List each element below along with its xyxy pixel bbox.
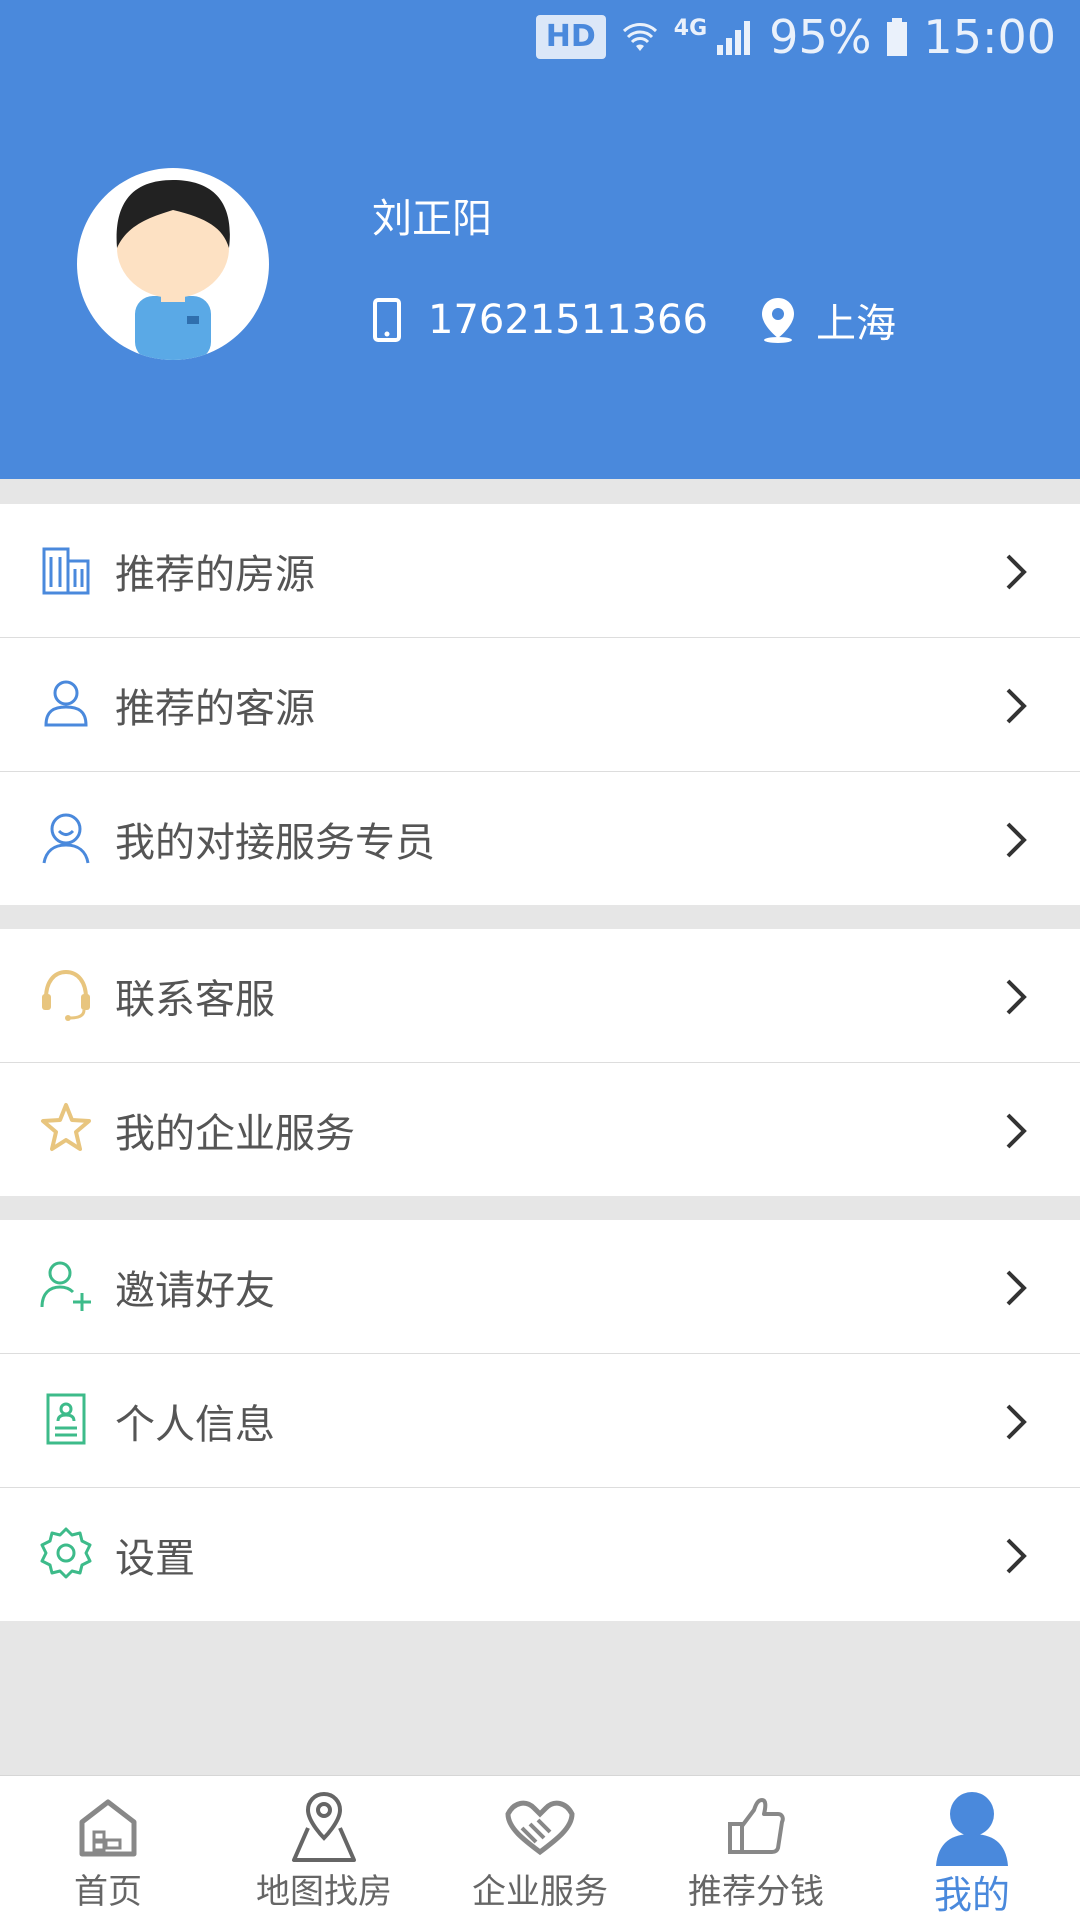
user-icon xyxy=(936,1792,1008,1866)
menu-item-label: 推荐的房源 xyxy=(115,551,315,598)
home-icon xyxy=(79,1799,137,1857)
menu-item-contact-support[interactable]: 联系客服 xyxy=(0,929,1080,1062)
thumbs-up-icon xyxy=(728,1798,785,1854)
tab-label: 推荐分钱 xyxy=(688,1872,824,1912)
phone-icon xyxy=(373,298,401,342)
menu-item-label: 联系客服 xyxy=(115,976,275,1023)
hd-badge: HD xyxy=(535,15,606,59)
chevron-right-icon xyxy=(1006,688,1027,724)
tab-label: 首页 xyxy=(74,1872,142,1912)
network-type: 4G xyxy=(673,16,708,41)
tab-label: 企业服务 xyxy=(472,1872,608,1912)
battery-percent: 95% xyxy=(769,10,872,64)
add-user-icon xyxy=(40,1261,91,1311)
tab-map-search[interactable]: 地图找房 xyxy=(216,1776,432,1921)
menu-item-personal-info[interactable]: 个人信息 xyxy=(0,1353,1080,1487)
chevron-right-icon xyxy=(1006,822,1027,858)
avatar[interactable] xyxy=(77,168,269,360)
star-icon xyxy=(41,1103,91,1151)
profile-header: HD 4G 95% 15:00 刘正阳 17621511366 上海 xyxy=(0,0,1080,479)
menu-item-recommended-clients[interactable]: 推荐的客源 xyxy=(0,637,1080,771)
tab-mine[interactable]: 我的 xyxy=(864,1776,1080,1921)
contact-row: 17621511366 上海 xyxy=(372,290,896,350)
person-icon xyxy=(44,680,88,727)
menu-item-label: 设置 xyxy=(115,1535,195,1582)
chevron-right-icon xyxy=(1006,1113,1027,1149)
chevron-right-icon xyxy=(1006,979,1027,1015)
user-name: 刘正阳 xyxy=(372,196,492,242)
bottom-tab-bar: 首页 地图找房 企业服务 推荐分钱 我的 xyxy=(0,1775,1080,1921)
id-card-icon xyxy=(46,1393,86,1445)
city: 上海 xyxy=(815,301,896,347)
handshake-icon xyxy=(505,1800,575,1856)
avatar-boy-icon xyxy=(116,180,230,360)
status-bar: HD 4G 95% 15:00 xyxy=(535,0,1080,74)
signal-icon xyxy=(717,21,751,55)
building-icon xyxy=(42,547,90,595)
battery-icon xyxy=(887,18,908,56)
menu-item-label: 邀请好友 xyxy=(115,1267,275,1314)
tab-label: 我的 xyxy=(933,1873,1010,1917)
menu-item-label: 我的对接服务专员 xyxy=(115,819,435,866)
smile-person-icon xyxy=(42,813,90,864)
chevron-right-icon xyxy=(1006,1404,1027,1440)
menu-group-service: 联系客服 我的企业服务 xyxy=(0,929,1080,1196)
gear-icon xyxy=(40,1527,92,1579)
tab-label: 地图找房 xyxy=(256,1872,392,1912)
menu-item-label: 推荐的客源 xyxy=(115,685,315,732)
clock: 15:00 xyxy=(923,10,1056,64)
menu-item-settings[interactable]: 设置 xyxy=(0,1487,1080,1621)
headset-icon xyxy=(42,969,90,1021)
tab-refer-earn[interactable]: 推荐分钱 xyxy=(648,1776,864,1921)
location-pin-icon xyxy=(761,298,794,343)
chevron-right-icon xyxy=(1006,554,1027,590)
tab-enterprise-service[interactable]: 企业服务 xyxy=(432,1776,648,1921)
wifi-icon xyxy=(622,23,657,51)
phone-number: 17621511366 xyxy=(428,297,708,343)
tab-home[interactable]: 首页 xyxy=(0,1776,216,1921)
menu-group-account: 邀请好友 个人信息 设置 xyxy=(0,1220,1080,1621)
menu-group-recommend: 推荐的房源 推荐的客源 我的对接服务专员 xyxy=(0,504,1080,905)
map-pin-icon xyxy=(292,1791,356,1862)
menu-item-label: 个人信息 xyxy=(115,1401,275,1448)
menu-item-recommended-listings[interactable]: 推荐的房源 xyxy=(0,504,1080,637)
menu-item-service-specialist[interactable]: 我的对接服务专员 xyxy=(0,771,1080,905)
chevron-right-icon xyxy=(1006,1538,1027,1574)
menu-item-label: 我的企业服务 xyxy=(115,1110,355,1157)
chevron-right-icon xyxy=(1006,1270,1027,1306)
menu-item-invite-friends[interactable]: 邀请好友 xyxy=(0,1220,1080,1353)
menu-item-my-enterprise-services[interactable]: 我的企业服务 xyxy=(0,1062,1080,1196)
